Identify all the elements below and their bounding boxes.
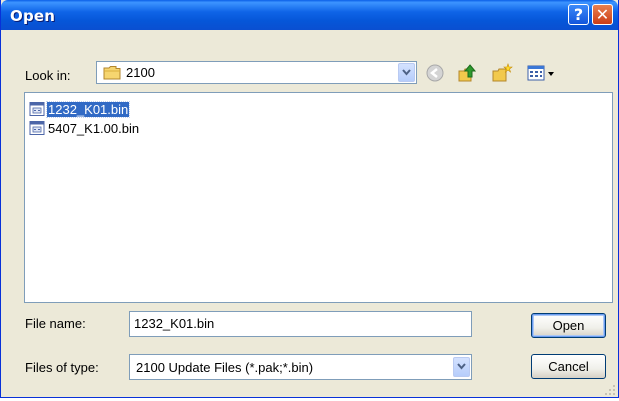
cancel-button[interactable]: Cancel: [531, 354, 606, 379]
bin-file-icon: [29, 120, 45, 136]
open-button[interactable]: Open: [531, 313, 606, 338]
bin-file-icon: [29, 101, 45, 117]
open-dialog: Open ? ✕ Look in: 2100 1232_K01.bin 5407…: [0, 0, 619, 398]
file-type-dropdown[interactable]: 2100 Update Files (*.pak;*.bin): [129, 354, 472, 380]
file-name-label: File name:: [25, 316, 86, 331]
title-bar[interactable]: Open ? ✕: [1, 0, 618, 30]
view-menu-icon[interactable]: [526, 62, 558, 84]
file-name-label-text: File name:: [25, 316, 86, 331]
help-button[interactable]: ?: [568, 4, 589, 25]
file-type-label-text: Files of type:: [25, 360, 99, 375]
chevron-down-icon[interactable]: [398, 63, 415, 82]
file-type-value: 2100 Update Files (*.pak;*.bin): [136, 360, 314, 375]
file-name-input[interactable]: 1232_K01.bin: [129, 311, 472, 337]
look-in-label: Look in:: [25, 68, 71, 83]
file-list[interactable]: 1232_K01.bin 5407_K1.00.bin: [24, 92, 613, 303]
back-icon[interactable]: [424, 62, 446, 84]
up-folder-icon[interactable]: [456, 62, 478, 84]
look-in-dropdown[interactable]: 2100: [96, 61, 417, 84]
new-folder-icon[interactable]: [491, 62, 513, 84]
close-button[interactable]: ✕: [592, 4, 613, 25]
look-in-value: 2100: [126, 65, 155, 80]
chevron-down-icon[interactable]: [453, 357, 470, 377]
folder-icon: [103, 65, 121, 80]
file-type-label: Files of type:: [25, 360, 99, 375]
close-icon: ✕: [595, 5, 610, 24]
dialog-title: Open: [10, 7, 56, 25]
file-item-label: 1232_K01.bin: [45, 101, 131, 118]
help-icon: ?: [573, 5, 584, 24]
resize-grip-icon[interactable]: [604, 383, 616, 395]
file-item-label: 5407_K1.00.bin: [48, 121, 140, 136]
look-in-label-text: Look in:: [25, 68, 71, 83]
